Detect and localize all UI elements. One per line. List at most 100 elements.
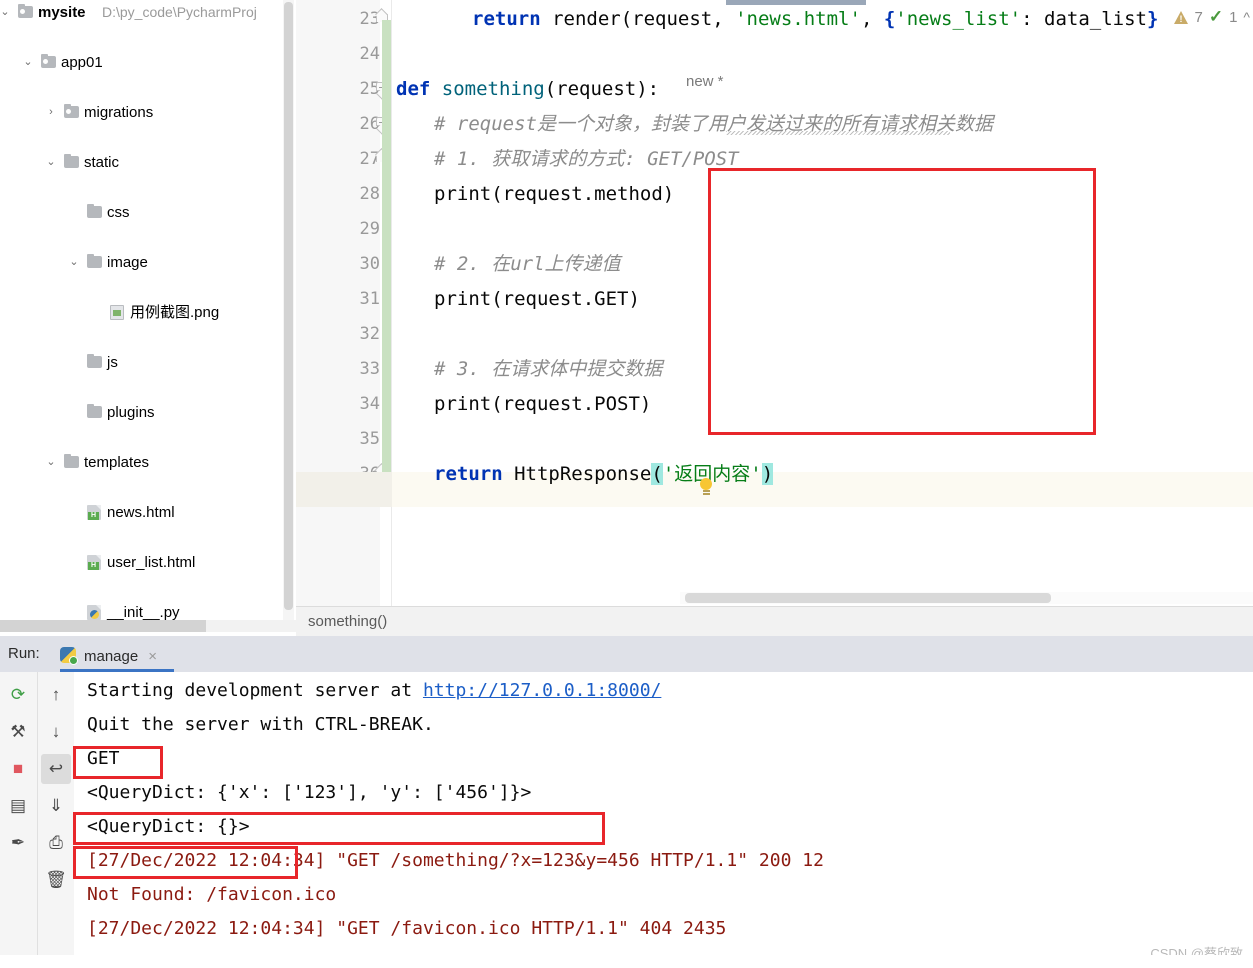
tree-item-image[interactable]: ⌄ image bbox=[0, 250, 296, 275]
print-icon[interactable]: ⎙ bbox=[41, 828, 71, 858]
project-tree-scrollbar-thumb[interactable] bbox=[284, 2, 293, 610]
line-number: 26 bbox=[359, 114, 380, 134]
code-line-28[interactable]: print(request.method) bbox=[434, 177, 674, 212]
project-tree-rows: ⌄ mysite D:\py_code\PycharmProj ⌄ app01 › migr… bbox=[0, 0, 296, 625]
line-number: 34 bbox=[359, 394, 380, 414]
new-function-marker: new * bbox=[686, 73, 724, 90]
rerun-icon[interactable]: ⟳ bbox=[3, 680, 33, 710]
console-line: Not Found: /favicon.ico bbox=[87, 878, 336, 912]
tree-item-templates[interactable]: ⌄ templates bbox=[0, 450, 296, 475]
code-line-34[interactable]: print(request.POST) bbox=[434, 387, 651, 422]
console-text: <QueryDict: {'x': ['123'], 'y': ['456']}… bbox=[87, 782, 532, 803]
code-token: { bbox=[883, 8, 896, 30]
console-line: <QueryDict: {}> bbox=[87, 810, 250, 844]
line-number: 24 bbox=[359, 44, 380, 64]
tree-item-label: css bbox=[107, 204, 130, 221]
png-icon bbox=[109, 300, 126, 325]
project-tree-hscrollbar-thumb[interactable] bbox=[0, 620, 206, 632]
code-token: 'news.html' bbox=[735, 8, 861, 30]
code-line-31[interactable]: print(request.GET) bbox=[434, 282, 640, 317]
code-line-36[interactable]: return HttpResponse('返回内容') bbox=[434, 457, 774, 492]
console-text: <QueryDict: {}> bbox=[87, 816, 250, 837]
folder-icon bbox=[86, 250, 103, 275]
console-output[interactable]: Starting development server at http://12… bbox=[75, 672, 1253, 968]
tree-item-label: image bbox=[107, 254, 148, 271]
code-token: return bbox=[434, 463, 515, 485]
stop-icon[interactable]: ■ bbox=[3, 754, 33, 784]
warning-triangle-icon bbox=[1174, 10, 1189, 24]
chevron-down-icon[interactable]: ⌄ bbox=[67, 250, 81, 275]
layout-icon[interactable]: ▤ bbox=[3, 791, 33, 821]
chevron-down-icon[interactable]: ⌄ bbox=[44, 150, 58, 175]
tree-item-plugins[interactable]: plugins bbox=[0, 400, 296, 425]
console-text: [27/Dec/2022 12:04:34] "GET /something/?… bbox=[87, 850, 824, 871]
folder-icon bbox=[63, 150, 80, 175]
code-token: ( bbox=[651, 463, 663, 485]
annotation-box-code bbox=[708, 168, 1096, 435]
tree-item-label: news.html bbox=[107, 504, 175, 521]
up-arrow-icon[interactable]: ↑ bbox=[41, 680, 71, 710]
inspection-widget[interactable]: 7 ✓ 1 ^ bbox=[1174, 4, 1250, 30]
line-number: 31 bbox=[359, 289, 380, 309]
pycharm-window: ⌄ mysite D:\py_code\PycharmProj ⌄ app01 › migr… bbox=[0, 0, 1253, 968]
server-url-link[interactable]: http://127.0.0.1:8000/ bbox=[423, 680, 661, 701]
code-line-33[interactable]: # 3. 在请求体中提交数据 bbox=[434, 352, 662, 387]
chevron-up-icon[interactable]: ^ bbox=[1243, 9, 1250, 25]
folder-icon bbox=[63, 450, 80, 475]
run-toolbar-left: ⟳ ⚒ ■ ▤ ✒ bbox=[0, 672, 37, 968]
line-number: 29 bbox=[359, 219, 380, 239]
project-tree-panel[interactable]: ⌄ mysite D:\py_code\PycharmProj ⌄ app01 › migr… bbox=[0, 0, 296, 632]
tree-item-user-list-html[interactable]: user_list.html bbox=[0, 550, 296, 575]
tree-item-js[interactable]: js bbox=[0, 350, 296, 375]
intention-bulb-icon[interactable] bbox=[699, 478, 713, 496]
settings-wrench-icon[interactable]: ⚒ bbox=[3, 717, 33, 747]
code-token: # 3. 在请求体中提交数据 bbox=[434, 358, 663, 380]
tree-item-app01[interactable]: ⌄ app01 bbox=[0, 50, 296, 75]
trash-icon[interactable]: 🗑 bbox=[41, 865, 71, 895]
scroll-to-end-icon[interactable]: ⇓ bbox=[41, 791, 71, 821]
tree-item-mysite[interactable]: ⌄ mysite D:\py_code\PycharmProj bbox=[0, 0, 296, 25]
tree-item--png[interactable]: 用例截图.png bbox=[0, 300, 296, 325]
down-arrow-icon[interactable]: ↓ bbox=[41, 717, 71, 747]
editor-gutter[interactable]: 2324252627282930313233343536 bbox=[296, 0, 388, 606]
tree-item-static[interactable]: ⌄ static bbox=[0, 150, 296, 175]
folder-module-icon bbox=[40, 50, 57, 75]
run-tab-manage[interactable]: manage × bbox=[60, 640, 157, 672]
chevron-down-icon[interactable]: ⌄ bbox=[21, 50, 35, 75]
code-token: (request): bbox=[544, 78, 660, 100]
code-line-23[interactable]: return render(request, 'news.html', {'ne… bbox=[472, 2, 1158, 37]
check-icon: ✓ bbox=[1208, 7, 1224, 26]
tree-item-css[interactable]: css bbox=[0, 200, 296, 225]
code-token: HttpResponse bbox=[514, 463, 652, 485]
console-line: Quit the server with CTRL-BREAK. bbox=[87, 708, 434, 742]
console-line: GET bbox=[87, 742, 120, 776]
tree-item-news-html[interactable]: news.html bbox=[0, 500, 296, 525]
line-number: 35 bbox=[359, 429, 380, 449]
soft-wrap-icon[interactable]: ↩ bbox=[41, 754, 71, 784]
editor-hscrollbar-thumb[interactable] bbox=[685, 593, 1051, 603]
chevron-down-icon[interactable]: ⌄ bbox=[44, 450, 58, 475]
run-tab-label: manage bbox=[84, 647, 139, 665]
close-icon[interactable]: × bbox=[148, 648, 157, 665]
run-label: Run: bbox=[8, 645, 40, 662]
code-line-30[interactable]: # 2. 在url上传递值 bbox=[434, 247, 621, 282]
console-text: Quit the server with CTRL-BREAK. bbox=[87, 714, 434, 735]
chevron-right-icon[interactable]: › bbox=[44, 100, 58, 125]
code-token: } bbox=[1146, 8, 1159, 30]
console-text: Starting development server at bbox=[87, 680, 423, 701]
chevron-down-icon[interactable]: ⌄ bbox=[0, 0, 12, 25]
tree-item-label: migrations bbox=[84, 104, 154, 121]
code-line-26[interactable]: # request是一个对象，封装了用户发送过来的所有请求相关数据 bbox=[434, 107, 993, 142]
breadcrumb[interactable]: something() bbox=[296, 606, 1253, 636]
html-icon bbox=[86, 500, 103, 525]
code-line-25[interactable]: def something(request): bbox=[396, 72, 659, 107]
tree-item-label: templates bbox=[84, 454, 150, 471]
code-line-27[interactable]: # 1. 获取请求的方式: GET/POST bbox=[434, 142, 739, 177]
ok-count: 1 bbox=[1229, 8, 1238, 26]
run-header: Run: manage × bbox=[0, 636, 1253, 672]
pin-icon[interactable]: ✒ bbox=[3, 828, 33, 858]
tree-item-migrations[interactable]: › migrations bbox=[0, 100, 296, 125]
code-editor[interactable]: 2324252627282930313233343536 return rend… bbox=[296, 0, 1253, 606]
folder-icon bbox=[86, 400, 103, 425]
folder-module-icon bbox=[17, 0, 34, 25]
